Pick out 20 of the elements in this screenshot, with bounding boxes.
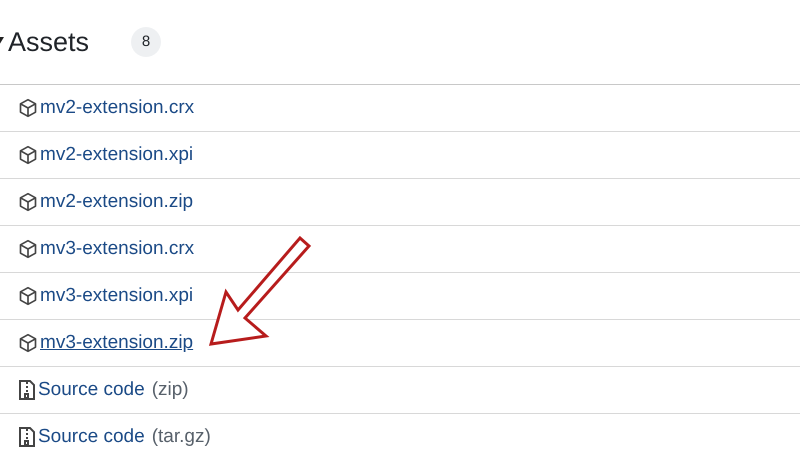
count-badge: 8	[131, 27, 162, 57]
asset-link[interactable]: mv3-extension.zip	[40, 328, 194, 358]
package-icon	[18, 145, 38, 165]
asset-link[interactable]: mv2-extension.crx	[40, 94, 194, 122]
asset-link[interactable]: mv2-extension.xpi	[40, 140, 194, 170]
package-icon	[18, 192, 38, 212]
package-icon	[18, 333, 38, 353]
file-format: (zip)	[152, 378, 189, 402]
file-format: (tar.gz)	[152, 424, 211, 449]
asset-link[interactable]: mv3-extension.xpi	[40, 282, 194, 310]
asset-link[interactable]: mv2-extension.zip	[40, 188, 194, 216]
package-icon	[18, 98, 38, 118]
package-icon	[18, 286, 38, 306]
zip-file-icon	[18, 379, 36, 401]
asset-link[interactable]: mv3-extension.crx	[40, 234, 194, 264]
package-icon	[18, 239, 38, 259]
zip-file-icon	[18, 426, 36, 448]
section-title: Assets	[8, 26, 90, 59]
asset-link[interactable]: Source code	[38, 422, 145, 450]
asset-link[interactable]: Source code	[38, 376, 145, 404]
